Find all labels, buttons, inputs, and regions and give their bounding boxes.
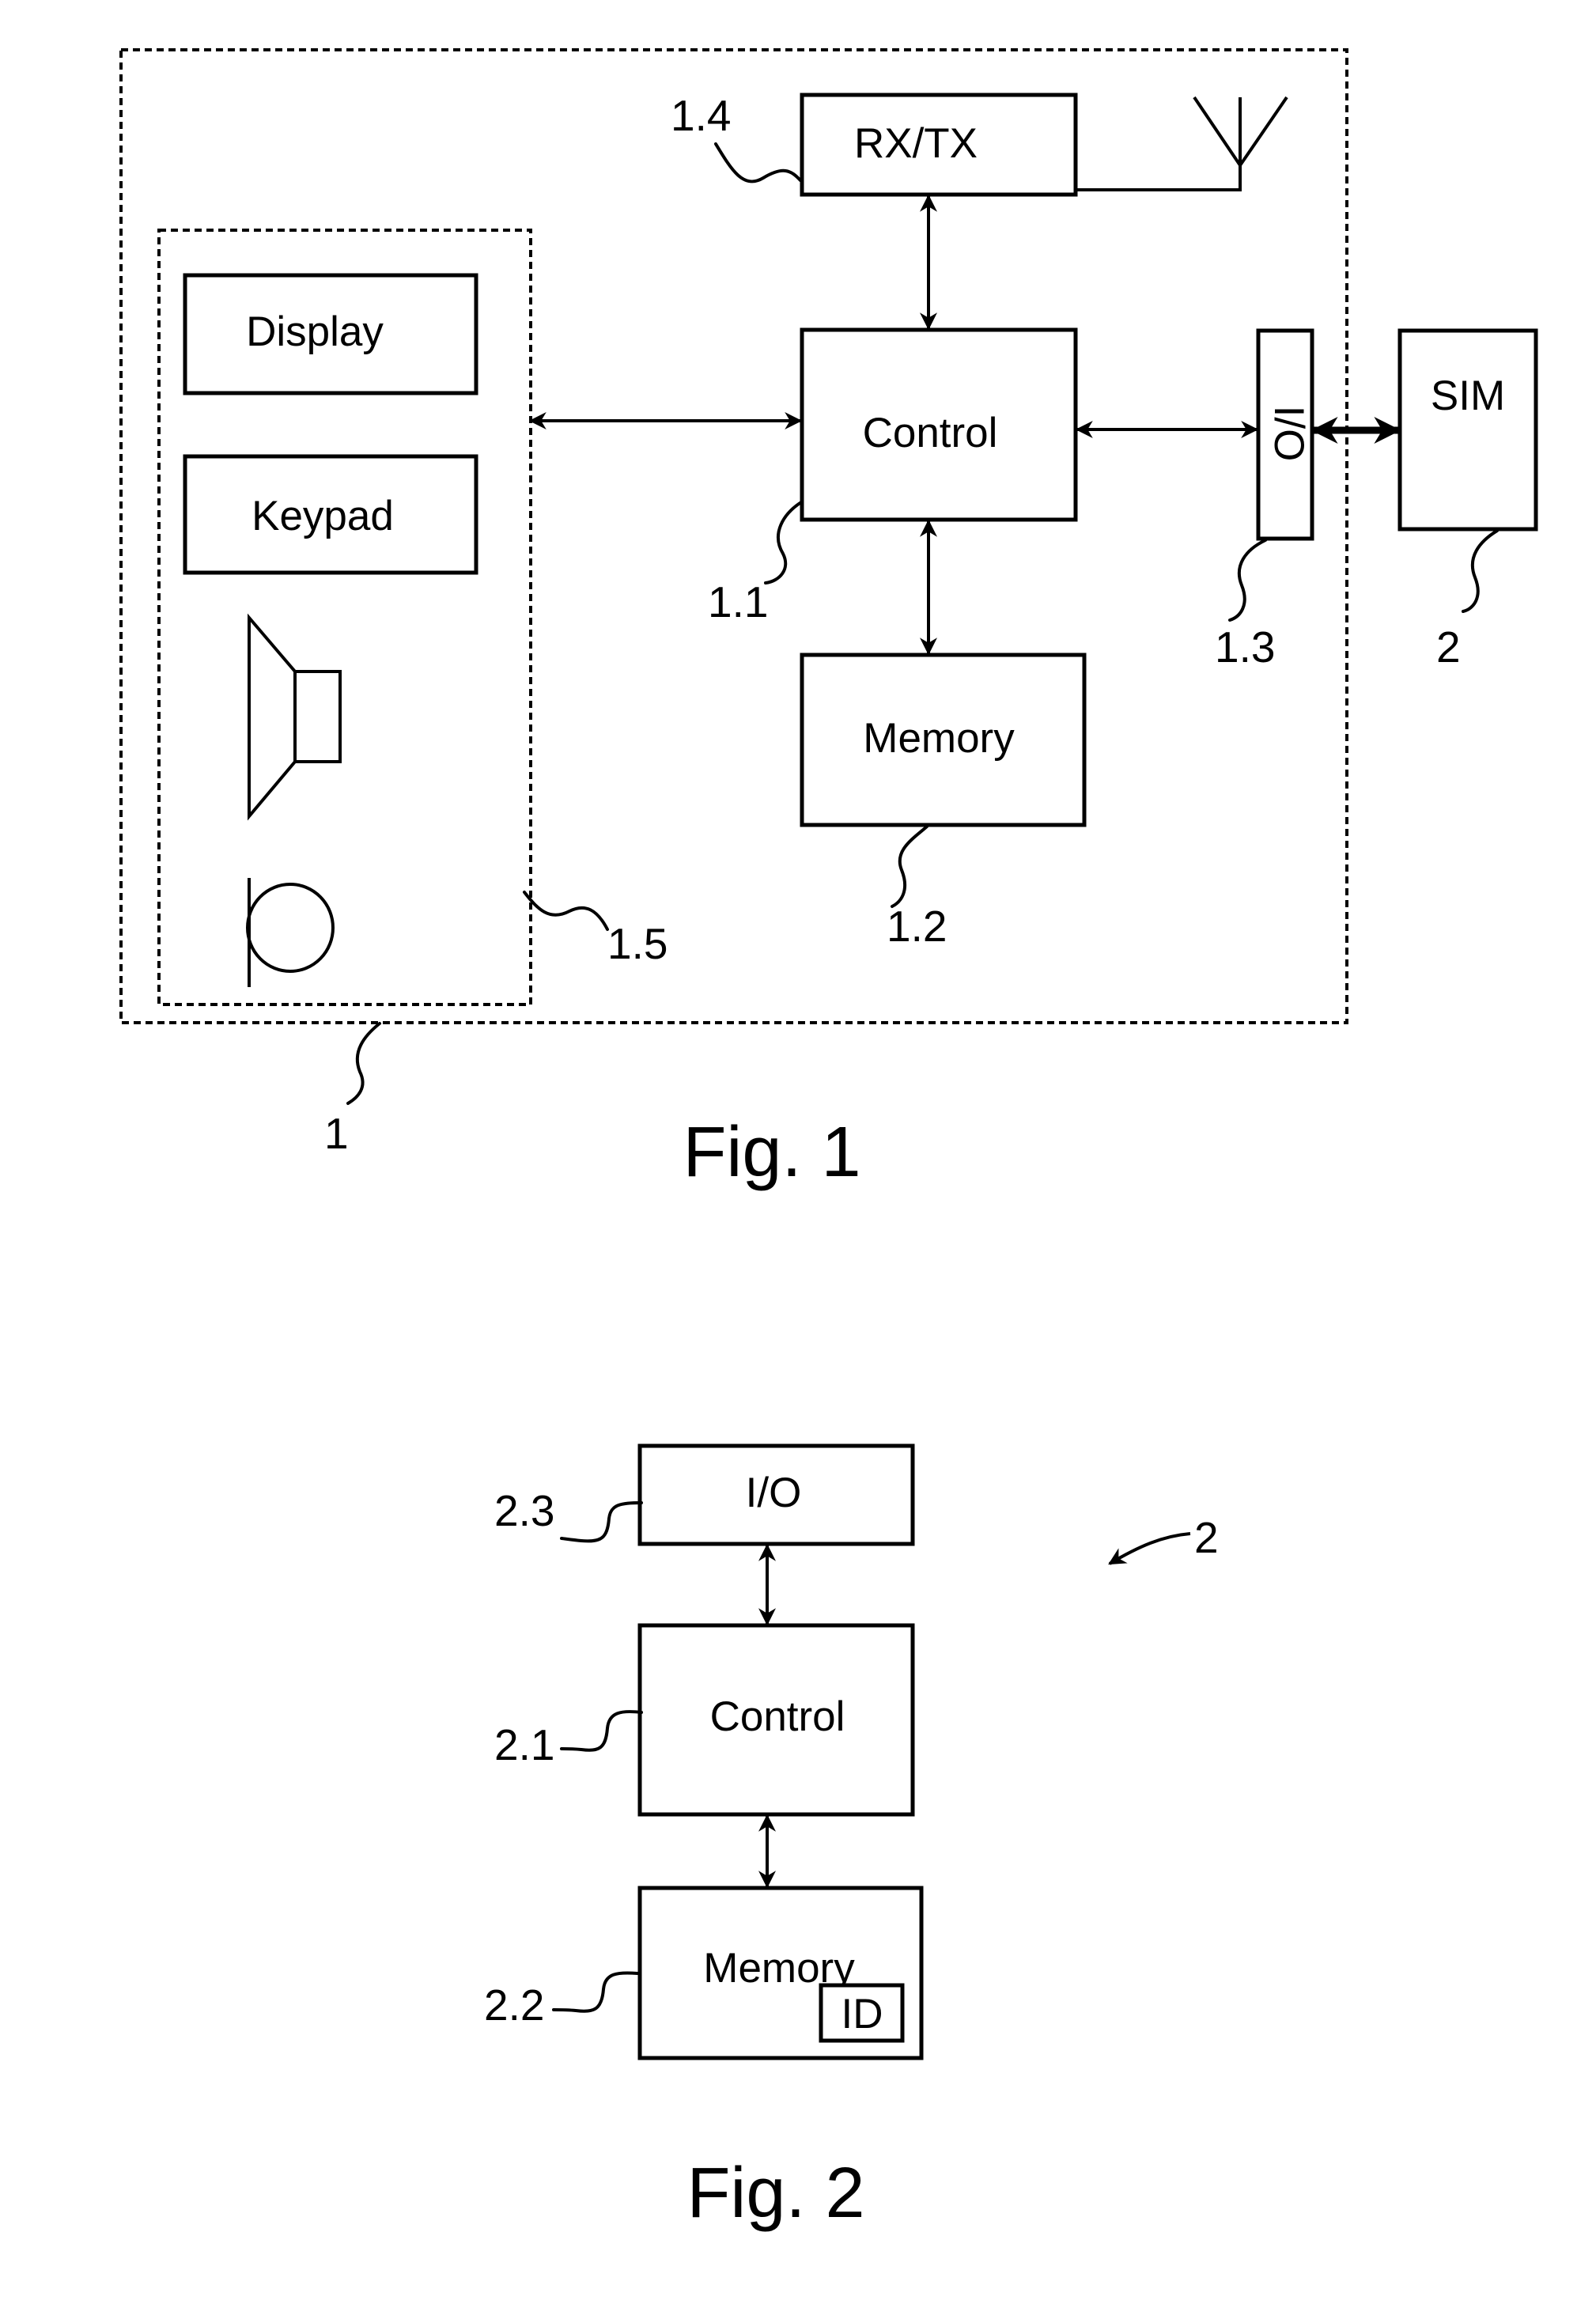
sim-block: SIM bbox=[1397, 328, 1538, 532]
sim-control-label: Control bbox=[710, 1693, 845, 1740]
id-label: ID bbox=[841, 1991, 883, 2037]
leader-1-5 bbox=[523, 891, 609, 931]
ref-io: 1.3 bbox=[1215, 622, 1275, 672]
figure-1-caption: Fig. 1 bbox=[683, 1113, 860, 1192]
io-label: I/O bbox=[1265, 406, 1312, 462]
leader-2-1 bbox=[560, 1710, 643, 1752]
keypad-label: Keypad bbox=[252, 493, 394, 539]
leader-1 bbox=[346, 1022, 381, 1105]
sim-control-block: Control bbox=[637, 1623, 915, 1817]
figure-1: Display Keypad RX/TX Control Memory I/O … bbox=[119, 48, 1538, 1192]
control-block: Control bbox=[800, 327, 1078, 522]
ref-sim-memory: 2.2 bbox=[484, 1981, 544, 2030]
leader-2-3 bbox=[560, 1501, 643, 1543]
sim-ref-arrow bbox=[1108, 1532, 1191, 1565]
leader-1-1 bbox=[764, 501, 803, 585]
ref-sim-control: 2.1 bbox=[494, 1720, 554, 1769]
patent-drawing: Display Keypad RX/TX Control Memory I/O … bbox=[119, 48, 1538, 2233]
memory-label: Memory bbox=[863, 715, 1015, 762]
sim-io-label: I/O bbox=[746, 1470, 802, 1516]
leader-2 bbox=[1462, 529, 1499, 613]
leader-1-3 bbox=[1228, 539, 1267, 622]
speaker-icon bbox=[248, 613, 342, 821]
sim-memory-block: Memory ID bbox=[637, 1886, 924, 2060]
leader-2-2 bbox=[552, 1971, 639, 2013]
sim-label: SIM bbox=[1431, 373, 1505, 419]
rxtx-block: RX/TX bbox=[800, 93, 1078, 197]
ref-sim: 2 bbox=[1436, 622, 1461, 672]
memory-block: Memory bbox=[800, 653, 1087, 827]
leader-1-2 bbox=[891, 825, 928, 908]
microphone-icon bbox=[246, 878, 335, 987]
display-label: Display bbox=[246, 308, 384, 355]
ref-control: 1.1 bbox=[708, 577, 768, 626]
figure-2: I/O Control Memory ID 2.3 2.1 2.2 2 Fig.… bbox=[484, 1443, 1219, 2233]
leader-1-4 bbox=[714, 142, 802, 183]
rxtx-label: RX/TX bbox=[854, 120, 978, 167]
keypad-block: Keypad bbox=[183, 454, 478, 575]
antenna-icon bbox=[1076, 96, 1288, 191]
display-block: Display bbox=[183, 273, 478, 395]
sim-io-block: I/O bbox=[637, 1443, 915, 1546]
ref-memory: 1.2 bbox=[887, 902, 947, 951]
io-block: I/O bbox=[1256, 328, 1314, 541]
ref-rxtx: 1.4 bbox=[671, 91, 731, 140]
control-label: Control bbox=[863, 410, 998, 456]
ref-ui-group: 1.5 bbox=[607, 919, 668, 968]
ref-sim-card: 2 bbox=[1194, 1513, 1219, 1562]
ref-sim-io: 2.3 bbox=[494, 1486, 554, 1535]
figure-2-caption: Fig. 2 bbox=[686, 2154, 864, 2233]
ref-device: 1 bbox=[324, 1109, 349, 1158]
